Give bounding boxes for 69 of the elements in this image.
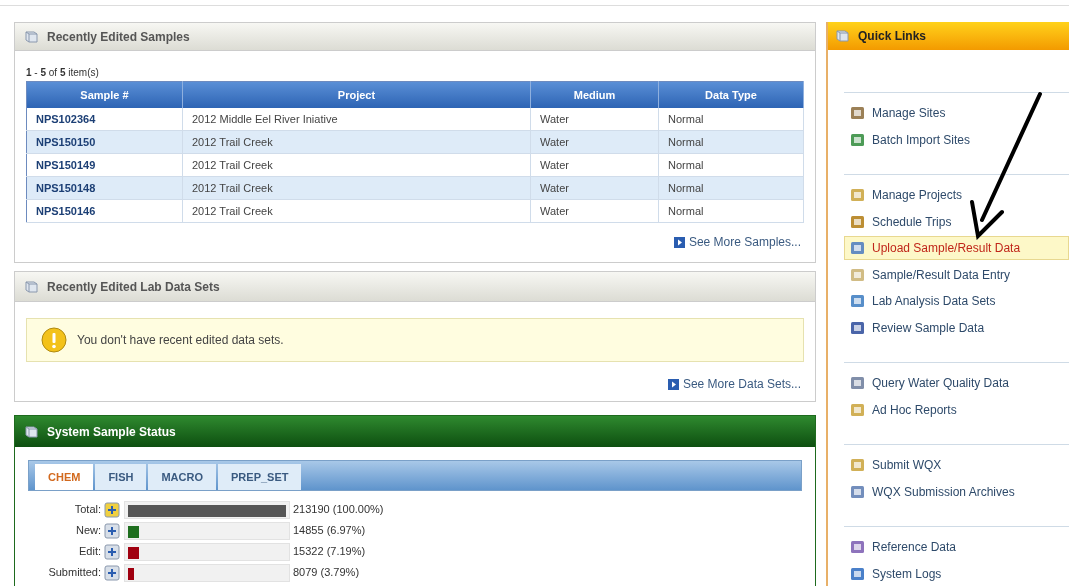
table-cell: 2012 Trail Creek — [182, 153, 531, 177]
column-header: Sample # — [26, 81, 183, 108]
table-cell: Water — [530, 107, 659, 131]
table-cell: 2012 Trail Creek — [182, 130, 531, 154]
quick-link[interactable]: Schedule Trips — [844, 209, 1069, 234]
tab[interactable]: PREP_SET — [218, 464, 302, 490]
warning-icon — [41, 327, 67, 353]
quick-link[interactable]: Review Sample Data — [844, 315, 1069, 340]
quick-link[interactable]: Batch Import Sites — [844, 127, 1069, 152]
table-cell: 2012 Trail Creek — [182, 176, 531, 200]
tab[interactable]: CHEM — [35, 464, 94, 490]
table-cell: 2012 Middle Eel River Iniative — [182, 107, 531, 131]
stat-label: Total: — [73, 502, 102, 518]
column-header: Data Type — [658, 81, 804, 108]
play-icon — [673, 236, 685, 248]
sample-link[interactable]: NPS150148 — [26, 176, 183, 200]
table-cell: Water — [530, 153, 659, 177]
status-icon — [104, 543, 120, 560]
sample-link[interactable]: NPS150146 — [26, 199, 183, 223]
stat-reading: 14855 (6.97%) — [293, 523, 366, 539]
stat-label: Edit: — [78, 544, 102, 560]
stat-label: New: — [74, 523, 102, 539]
cube-icon — [23, 423, 39, 440]
panel-title: System Sample Status — [47, 423, 176, 441]
quick-link[interactable]: Upload Sample/Result Data — [844, 236, 1069, 260]
table-cell: Water — [530, 130, 659, 154]
stat-reading: 213190 (100.00%) — [293, 502, 384, 518]
quick-link[interactable]: Ad Hoc Reports — [844, 397, 1069, 422]
stat-reading: 15322 (7.19%) — [293, 544, 366, 560]
tab[interactable]: MACRO — [148, 464, 216, 490]
table-cell: Normal — [658, 199, 804, 223]
quick-link[interactable]: Query Water Quality Data — [844, 371, 1069, 395]
quick-link[interactable]: Submit WQX — [844, 453, 1069, 477]
see-more-link[interactable]: See More Data Sets... — [667, 375, 801, 393]
table-cell: Normal — [658, 153, 804, 177]
sample-link[interactable]: NPS102364 — [26, 107, 183, 131]
panel-title: Recently Edited Lab Data Sets — [47, 278, 220, 296]
status-icon — [104, 501, 120, 518]
quick-link[interactable]: Lab Analysis Data Sets — [844, 289, 1069, 313]
table-cell: Normal — [658, 176, 804, 200]
table-cell: Water — [530, 199, 659, 223]
quick-link[interactable]: System Logs — [844, 561, 1069, 586]
notice-text: You don't have recent edited data sets. — [77, 332, 284, 349]
stat-label: Submitted: — [47, 565, 102, 581]
quick-link[interactable]: Reference Data — [844, 535, 1069, 559]
table-cell: Water — [530, 176, 659, 200]
status-icon — [104, 522, 120, 539]
table-cell: 2012 Trail Creek — [182, 199, 531, 223]
item-count: 1 - 5 of 5 item(s) — [26, 66, 100, 80]
play-icon — [667, 378, 679, 390]
quick-link[interactable]: Sample/Result Data Entry — [844, 262, 1069, 287]
cube-icon — [834, 28, 850, 44]
see-more-link[interactable]: See More Samples... — [673, 233, 801, 251]
sample-link[interactable]: NPS150149 — [26, 153, 183, 177]
quick-link[interactable]: Manage Projects — [844, 183, 1069, 207]
cube-icon — [23, 28, 39, 45]
quick-link[interactable]: WQX Submission Archives — [844, 479, 1069, 504]
panel-title: Recently Edited Samples — [47, 28, 190, 46]
column-header: Project — [182, 81, 531, 108]
column-header: Medium — [530, 81, 659, 108]
table-cell: Normal — [658, 130, 804, 154]
panel-title: Quick Links — [858, 28, 927, 45]
sample-link[interactable]: NPS150150 — [26, 130, 183, 154]
stat-reading: 8079 (3.79%) — [293, 565, 360, 581]
cube-icon — [23, 278, 39, 295]
quick-link[interactable]: Manage Sites — [844, 101, 1069, 125]
table-cell: Normal — [658, 107, 804, 131]
status-icon — [104, 564, 120, 581]
tab[interactable]: FISH — [95, 464, 147, 490]
